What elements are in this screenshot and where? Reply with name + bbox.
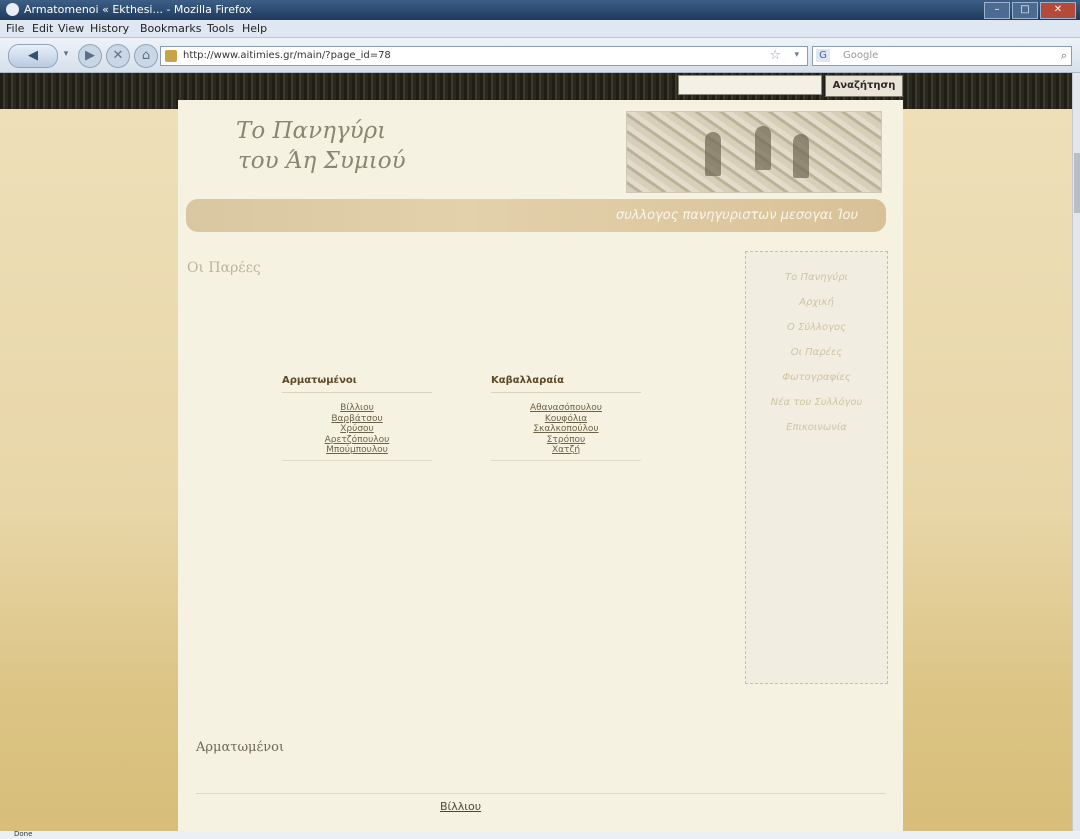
list-item: Κουφόλια: [491, 414, 641, 425]
group-title: Αρματωμένοι: [282, 375, 432, 393]
maximize-icon[interactable]: □: [1012, 2, 1038, 19]
sidebar-item-groups[interactable]: Οι Παρέες: [746, 347, 887, 372]
page-viewport: Αναζήτηση Το Πανηγύρι του Άη Συμιού συλλ…: [0, 73, 1072, 839]
home-button[interactable]: ⌂: [134, 44, 158, 68]
scrollbar-thumb[interactable]: [1074, 153, 1080, 213]
banner-text: συλλογος πανηγυριστων μεσογαι Ίου: [615, 208, 858, 223]
google-icon[interactable]: G: [816, 49, 830, 62]
menubar: File Edit View History Bookmarks Tools H…: [0, 20, 1080, 38]
close-icon[interactable]: ✕: [1040, 2, 1076, 19]
group-link[interactable]: Βίλλιου: [340, 403, 374, 413]
window-controls: – □ ✕: [984, 2, 1076, 19]
group-link[interactable]: Μπούμπουλου: [326, 445, 388, 455]
site-favicon-icon: [165, 50, 177, 62]
status-bar: Done: [0, 830, 1080, 839]
group-link[interactable]: Χρύσου: [340, 424, 374, 434]
menu-history[interactable]: History: [90, 22, 129, 35]
url-dropdown-icon[interactable]: ▾: [794, 50, 799, 60]
photo-figure: [705, 132, 721, 176]
sidebar-item-home[interactable]: Αρχική: [746, 297, 887, 322]
header-photo: [626, 111, 882, 193]
address-bar-url: http://www.aitimies.gr/main/?page_id=78: [183, 50, 391, 61]
page-content: Το Πανηγύρι του Άη Συμιού συλλογος πανηγ…: [178, 100, 903, 839]
list-item: Αθανασόπουλου: [491, 403, 641, 414]
group-list: Αθανασόπουλου Κουφόλια Σκαλκοπούλου Στρό…: [491, 393, 641, 461]
menu-file[interactable]: File: [6, 22, 24, 35]
list-item: Σκαλκοπούλου: [491, 424, 641, 435]
sidebar-item-news[interactable]: Νέα του Συλλόγου: [746, 397, 887, 422]
group-list: Βίλλιου Βαρβάτσου Χρύσου Αρετζόπουλου Μπ…: [282, 393, 432, 461]
forward-button[interactable]: ▶: [78, 44, 102, 68]
divider: [196, 793, 886, 794]
window-title: Armatomenoi « Ekthesi... - Mozilla Firef…: [24, 3, 252, 16]
menu-view[interactable]: View: [58, 22, 84, 35]
menu-help[interactable]: Help: [242, 22, 267, 35]
menu-edit[interactable]: Edit: [32, 22, 53, 35]
section-heading: Αρματωμένοι: [196, 740, 285, 755]
sidebar-nav: Το Πανηγύρι Αρχική Ο Σύλλογος Οι Παρέες …: [745, 251, 888, 684]
stop-button[interactable]: ✕: [106, 44, 130, 68]
list-item: Χρύσου: [282, 424, 432, 435]
list-item: Μπούμπουλου: [282, 445, 432, 456]
group-title: Καβαλλαραία: [491, 375, 641, 393]
group-link[interactable]: Χατζή: [552, 445, 580, 455]
group-link[interactable]: Κουφόλια: [545, 414, 587, 424]
group-link[interactable]: Αρετζόπουλου: [325, 435, 390, 445]
group-link[interactable]: Βαρβάτσου: [331, 414, 382, 424]
photo-figure: [755, 126, 771, 170]
site-logo[interactable]: Το Πανηγύρι του Άη Συμιού: [236, 116, 466, 176]
list-item: Αρετζόπουλου: [282, 435, 432, 446]
list-item: Βαρβάτσου: [282, 414, 432, 425]
section-link[interactable]: Βίλλιου: [440, 800, 481, 813]
site-search-button[interactable]: Αναζήτηση: [825, 75, 903, 97]
left-background: [0, 109, 178, 839]
menu-bookmarks[interactable]: Bookmarks: [140, 22, 201, 35]
site-banner: συλλογος πανηγυριστων μεσογαι Ίου: [186, 199, 886, 232]
sidebar-item-association[interactable]: Ο Σύλλογος: [746, 322, 887, 347]
list-item: Βίλλιου: [282, 403, 432, 414]
list-item: Στρόπου: [491, 435, 641, 446]
bookmark-star-icon[interactable]: ☆: [769, 48, 781, 63]
history-dropdown-icon[interactable]: ▾: [60, 44, 72, 66]
group-link[interactable]: Σκαλκοπούλου: [533, 424, 598, 434]
group-link[interactable]: Στρόπου: [547, 435, 585, 445]
back-button[interactable]: ◀: [8, 44, 58, 68]
navigation-toolbar: ◀ ▾ ▶ ✕ ⌂ http://www.aitimies.gr/main/?p…: [0, 38, 1080, 73]
menu-tools[interactable]: Tools: [207, 22, 234, 35]
status-text: Done: [14, 830, 33, 838]
address-bar[interactable]: http://www.aitimies.gr/main/?page_id=78 …: [160, 46, 808, 66]
list-item: Χατζή: [491, 445, 641, 456]
window-titlebar: Armatomenoi « Ekthesi... - Mozilla Firef…: [0, 0, 1080, 20]
minimize-icon[interactable]: –: [984, 2, 1010, 19]
search-engine-placeholder: Google: [843, 50, 879, 61]
sidebar-item-panigyri[interactable]: Το Πανηγύρι: [746, 272, 887, 297]
vertical-scrollbar[interactable]: [1072, 73, 1080, 839]
site-search-input[interactable]: [678, 75, 822, 95]
search-engine-box[interactable]: G Google ⌕: [812, 46, 1072, 66]
group-link[interactable]: Αθανασόπουλου: [530, 403, 602, 413]
page-title: Οι Παρέες: [187, 260, 261, 276]
logo-line-1: Το Πανηγύρι: [236, 118, 387, 144]
right-background: [903, 109, 1072, 839]
photo-figure: [793, 134, 809, 178]
group-kavallaraia: Καβαλλαραία Αθανασόπουλου Κουφόλια Σκαλκ…: [491, 375, 641, 461]
firefox-icon: [6, 3, 19, 16]
search-magnifier-icon[interactable]: ⌕: [1061, 49, 1067, 63]
group-armatomenoi: Αρματωμένοι Βίλλιου Βαρβάτσου Χρύσου Αρε…: [282, 375, 432, 461]
sidebar-item-photos[interactable]: Φωτογραφίες: [746, 372, 887, 397]
logo-line-2: του Άη Συμιού: [238, 148, 406, 174]
sidebar-item-contact[interactable]: Επικοινωνία: [746, 422, 887, 447]
